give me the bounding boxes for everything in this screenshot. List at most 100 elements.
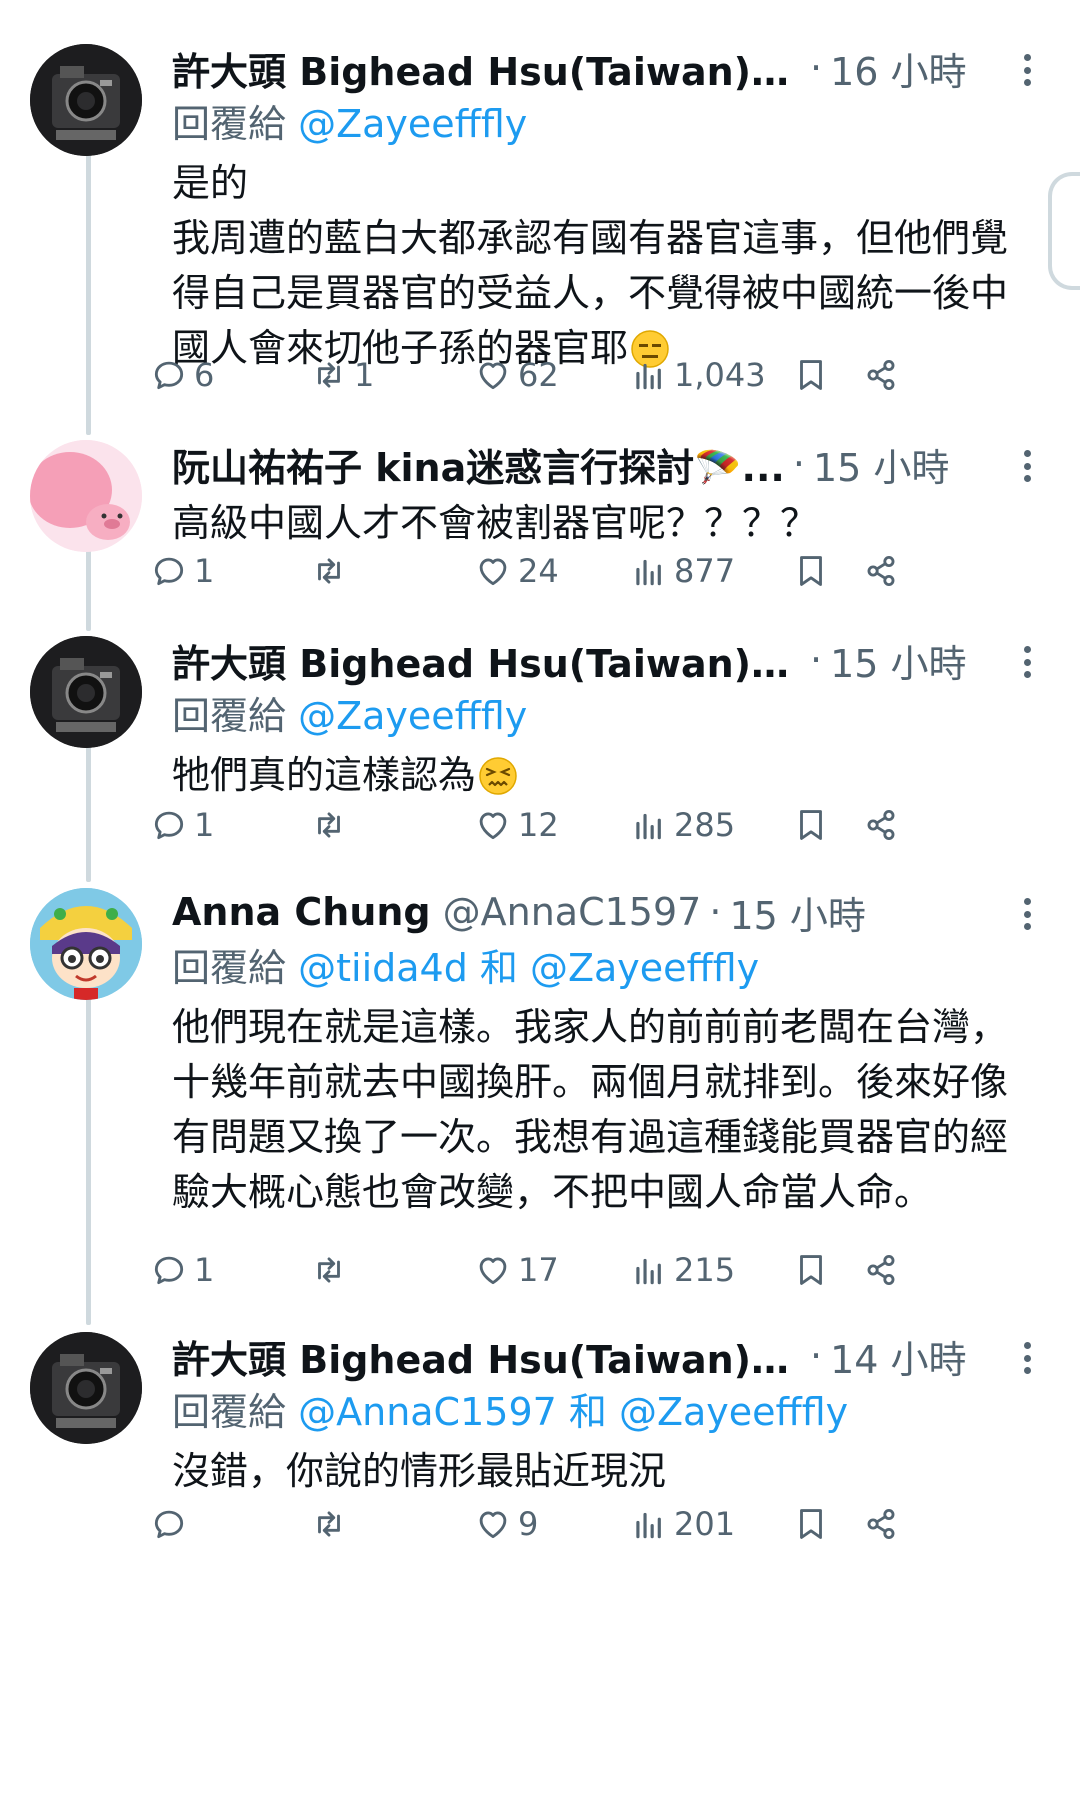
views-button[interactable]: 201 [630,1499,735,1549]
reply-button[interactable]: 6 [150,350,214,400]
bookmark-button[interactable] [792,1499,830,1549]
bookmark-button[interactable] [792,1245,830,1295]
share-icon [867,555,895,587]
share-button[interactable] [862,350,900,400]
thread-line [86,742,91,882]
repost-count: 1 [354,356,375,394]
more-options-icon[interactable] [1012,1336,1042,1380]
heart-icon [479,1511,507,1539]
repost-icon [318,1511,340,1537]
like-button[interactable]: 17 [474,1245,559,1295]
repost-button[interactable]: 1 [310,350,374,400]
author-name[interactable]: 許大頭 Bighead Hsu(Taiwan)等... [172,633,802,688]
share-icon [867,809,895,841]
timestamp[interactable]: 15 小時 [830,633,966,688]
dot-separator: · [810,46,823,90]
reply-to-line: 回覆給 @Zayeefffly [172,100,1032,148]
author-handle[interactable]: @AnnaC1597 [443,890,702,934]
tweet-text-body: 是的 我周遭的藍白大都承認有國有器官這事，但他們覺得自己是買器官的受益人，不覺得… [172,161,1009,370]
reply-icon [154,1510,184,1539]
like-count: 12 [518,806,559,844]
repost-button[interactable] [310,546,354,596]
dot-separator: · [709,890,722,934]
bookmark-button[interactable] [792,800,830,850]
share-icon [867,1254,895,1286]
like-button[interactable]: 24 [474,546,559,596]
repost-button[interactable] [310,1245,354,1295]
camera-avatar[interactable] [30,1332,142,1444]
more-options-icon[interactable] [1012,444,1042,488]
camera-avatar[interactable] [30,636,142,748]
like-count: 9 [518,1505,539,1543]
reply-button[interactable]: 1 [150,546,214,596]
like-button[interactable]: 12 [474,800,559,850]
tweet-text: 高級中國人才不會被割器官呢？？？？ [172,501,819,545]
author-name[interactable]: 許大頭 Bighead Hsu(Taiwan)等... [172,41,802,96]
reply-to-label: 回覆給 [172,102,287,146]
reply-to-line: 回覆給 @Zayeefffly [172,692,1032,740]
share-button[interactable] [862,546,900,596]
more-options-icon[interactable] [1012,48,1042,92]
pink-pig-avatar[interactable] [30,440,142,552]
heart-icon [479,362,507,390]
author-name[interactable]: 阮山祐祐子 kina迷惑言行探討🪂... [172,437,785,492]
reply-button[interactable]: 1 [150,800,214,850]
author-name[interactable]: Anna Chung [172,890,431,934]
bookmark-button[interactable] [792,546,830,596]
share-icon [867,359,895,391]
mention-link[interactable]: @AnnaC1597 和 @Zayeefffly [298,1390,848,1434]
timestamp[interactable]: 14 小時 [830,1329,966,1384]
like-button[interactable]: 9 [474,1499,538,1549]
reply-to-label: 回覆給 [172,1390,287,1434]
repost-button[interactable] [310,1499,354,1549]
thread-line [86,546,91,631]
conversation-thread: 許大頭 Bighead Hsu(Taiwan)等... · 16 小時 回覆給 … [0,0,1080,1801]
repost-icon [318,362,340,388]
mention-link[interactable]: @tiida4d 和 @Zayeefffly [298,946,759,990]
like-count: 24 [518,552,559,590]
tweet-actions: 1 12 285 [154,800,1032,850]
reply-icon [154,1256,184,1285]
views-button[interactable]: 215 [630,1245,735,1295]
share-button[interactable] [862,1245,900,1295]
mention-link[interactable]: @Zayeefffly [298,102,527,146]
repost-icon [318,558,340,584]
views-button[interactable]: 1,043 [630,350,766,400]
repost-button[interactable] [310,800,354,850]
share-button[interactable] [862,1499,900,1549]
bookmark-button[interactable] [792,350,830,400]
heart-icon [479,1257,507,1285]
timestamp[interactable]: 16 小時 [830,41,966,96]
view-count: 285 [674,806,736,844]
camera-avatar[interactable] [30,44,142,156]
timestamp[interactable]: 15 小時 [813,437,949,492]
author-name[interactable]: 許大頭 Bighead Hsu(Taiwan)等... [172,1329,802,1384]
thread-line [86,150,91,435]
reply-button[interactable] [150,1499,194,1549]
mention-link[interactable]: @Zayeefffly [298,694,527,738]
views-icon [636,1258,661,1285]
share-button[interactable] [862,800,900,850]
view-count: 201 [674,1505,736,1543]
views-button[interactable]: 877 [630,546,735,596]
bookmark-icon [800,360,822,390]
share-icon [867,1508,895,1540]
cartoon-girl-avatar[interactable] [30,888,142,1000]
views-button[interactable]: 285 [630,800,735,850]
scroll-handle[interactable] [1048,172,1080,290]
dot-separator: · [810,638,823,682]
thread-line [86,995,91,1325]
more-options-icon[interactable] [1012,640,1042,684]
views-icon [636,559,661,586]
like-button[interactable]: 62 [474,350,559,400]
reply-button[interactable]: 1 [150,1245,214,1295]
bookmark-icon [800,1509,822,1539]
tweet-text: 沒錯，你說的情形最貼近現況 [172,1449,667,1493]
like-count: 17 [518,1251,559,1289]
views-icon [636,1512,661,1539]
more-options-icon[interactable] [1012,892,1042,936]
bookmark-icon [800,1255,822,1285]
bookmark-icon [800,556,822,586]
like-count: 62 [518,356,559,394]
timestamp[interactable]: 15 小時 [729,885,865,940]
